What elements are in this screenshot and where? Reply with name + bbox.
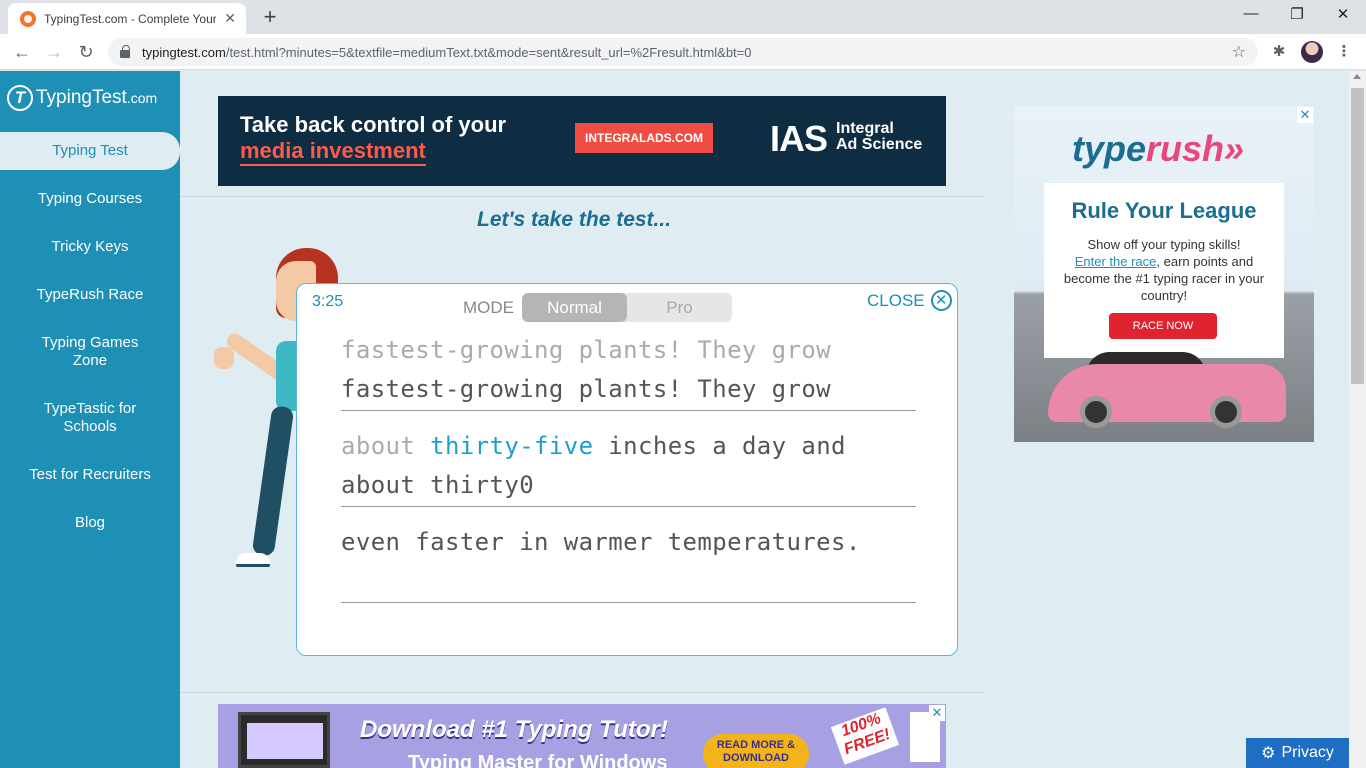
bottom-banner-ad[interactable]: Download #1 Typing Tutor! Typing Master … (218, 704, 946, 768)
line-divider (341, 602, 916, 603)
typerush-logo-a: type (1072, 128, 1147, 169)
typerush-side-ad[interactable]: ✕ typerush» Rule Your League Show off yo… (1014, 106, 1314, 442)
window-close-button[interactable]: ✕ (1331, 5, 1355, 23)
ad-headline-line1: Take back control of your (240, 112, 507, 137)
ad-card-title: Rule Your League (1071, 198, 1257, 223)
ad-body-text-1: Show off your typing skills! (1087, 237, 1241, 252)
new-tab-button[interactable]: + (258, 6, 282, 30)
typed-line-2-input[interactable]: about thirty0 (341, 471, 534, 499)
enter-race-link[interactable]: Enter the race (1075, 254, 1157, 269)
target-line-2-rest: inches a day and (593, 432, 846, 460)
minimize-button[interactable]: — (1239, 5, 1263, 22)
ad-cta-button[interactable]: INTEGRALADS.COM (575, 123, 713, 153)
ad-brand-subtitle: Integral Ad Science (836, 121, 922, 153)
browser-tab[interactable]: TypingTest.com - Complete Your ✕ (8, 3, 246, 34)
maximize-button[interactable]: ❐ (1285, 5, 1309, 23)
mode-normal-button[interactable]: Normal (522, 293, 627, 322)
url-path: /test.html?minutes=5&textfile=mediumText… (225, 44, 752, 60)
divider (180, 692, 984, 693)
target-line-1: fastest-growing plants! They grow (341, 336, 832, 364)
reload-button[interactable]: ↻ (74, 40, 98, 64)
ad-brand-sub1: Integral (836, 120, 894, 137)
site-favicon-icon (20, 10, 36, 27)
lock-icon[interactable] (120, 45, 130, 58)
logo-text: TypingTest.com (36, 87, 157, 109)
mode-pro-button[interactable]: Pro (627, 293, 732, 322)
logo-suffix-text: .com (126, 90, 158, 106)
target-line-2: about thirty-five inches a day and (341, 432, 846, 460)
forward-button[interactable]: → (42, 40, 66, 64)
car-wheel (1080, 396, 1112, 428)
page-heading: Let's take the test... (477, 208, 672, 231)
ad-brand-sub2: Ad Science (836, 136, 923, 153)
sidebar-item-tricky-keys[interactable]: Tricky Keys (0, 238, 180, 256)
car-wheel (1210, 396, 1242, 428)
sidebar-item-typing-test[interactable]: Typing Test (0, 132, 180, 170)
sidebar-item-typetastic[interactable]: TypeTastic for Schools (0, 400, 180, 436)
scroll-up-arrow-icon[interactable] (1353, 74, 1361, 79)
mode-toggle: Normal Pro (522, 293, 732, 322)
close-test-label: CLOSE (867, 290, 925, 310)
sidebar-item-typing-games-zone[interactable]: Typing Games Zone (0, 334, 180, 370)
mode-label: MODE (463, 298, 514, 317)
line-divider (341, 410, 916, 411)
illustration-leg (251, 405, 295, 557)
typed-line-1: fastest-growing plants! They grow (341, 375, 832, 403)
ad-card-body: Show off your typing skills! Enter the ra… (1062, 236, 1266, 304)
tab-close-icon[interactable]: ✕ (224, 10, 236, 27)
browser-tab-strip: TypingTest.com - Complete Your ✕ + — ❐ ✕ (0, 0, 1366, 34)
bookmark-star-icon[interactable]: ☆ (1232, 42, 1246, 62)
countdown-timer: 3:25 (312, 293, 344, 310)
ad-brand-logo: IAS (770, 118, 828, 159)
close-circle-icon: ✕ (930, 290, 952, 311)
divider (180, 196, 984, 197)
race-now-button[interactable]: RACE NOW (1109, 313, 1217, 339)
target-line-2-done: about (341, 432, 431, 460)
tab-title: TypingTest.com - Complete Your (44, 11, 216, 26)
typerush-logo: typerush» (1072, 128, 1244, 170)
bottom-ad-headline: Download #1 Typing Tutor! (360, 716, 668, 743)
sidebar-item-test-for-recruiters[interactable]: Test for Recruiters (0, 466, 180, 484)
address-bar[interactable]: typingtest.com/test.html?minutes=5&textf… (108, 38, 1258, 66)
sidebar-item-typerush-race[interactable]: TypeRush Race (0, 286, 180, 304)
extensions-icon[interactable]: ✱ (1268, 41, 1290, 63)
free-badge: 100% FREE! (830, 707, 900, 765)
site-logo[interactable]: TypingTest.com (7, 85, 157, 111)
page-content: TypingTest.com Typing Test Typing Course… (0, 71, 1366, 768)
page-scrollbar[interactable] (1349, 71, 1366, 768)
logo-main-text: TypingTest (36, 87, 127, 108)
sidebar-item-blog[interactable]: Blog (0, 514, 180, 532)
sidebar: TypingTest.com Typing Test Typing Course… (0, 71, 180, 768)
illustration-shoe (236, 553, 270, 567)
close-test-button[interactable]: CLOSE ✕ (867, 290, 952, 311)
typing-test-panel: 3:25 MODE Normal Pro CLOSE ✕ fastest-gro… (296, 283, 958, 656)
illustration-hand (214, 347, 234, 369)
privacy-button[interactable]: ⚙ Privacy (1246, 738, 1349, 768)
logo-mark-icon (7, 85, 33, 111)
ad-headline-line2: media investment (240, 138, 426, 166)
gear-icon: ⚙ (1261, 745, 1276, 762)
profile-avatar[interactable] (1301, 41, 1323, 63)
current-word: thirty-five (430, 432, 594, 460)
read-more-download-button[interactable]: READ MORE & DOWNLOAD (703, 734, 809, 768)
url-text[interactable]: typingtest.com/test.html?minutes=5&textf… (142, 45, 752, 60)
url-host: typingtest.com (142, 44, 226, 60)
ad-close-icon[interactable]: ✕ (929, 705, 945, 721)
bottom-ad-subtitle: Typing Master for Windows (408, 752, 668, 768)
browser-toolbar: ← → ↻ typingtest.com/test.html?minutes=5… (0, 34, 1366, 70)
ad-card: Rule Your League Show off your typing sk… (1044, 183, 1284, 358)
top-banner-ad[interactable]: Take back control of your media investme… (218, 96, 946, 186)
back-button[interactable]: ← (10, 40, 34, 64)
target-line-3: even faster in warmer temperatures. (341, 528, 861, 556)
scrollbar-thumb[interactable] (1351, 88, 1364, 384)
line-divider (341, 506, 916, 507)
ad-close-icon[interactable]: ✕ (1297, 107, 1313, 123)
sidebar-item-typing-courses[interactable]: Typing Courses (0, 190, 180, 208)
browser-menu-icon[interactable]: ⋮ (1333, 41, 1355, 63)
privacy-label: Privacy (1281, 744, 1334, 761)
keyboard-illustration (238, 712, 330, 768)
typerush-logo-b: rush» (1146, 128, 1245, 169)
